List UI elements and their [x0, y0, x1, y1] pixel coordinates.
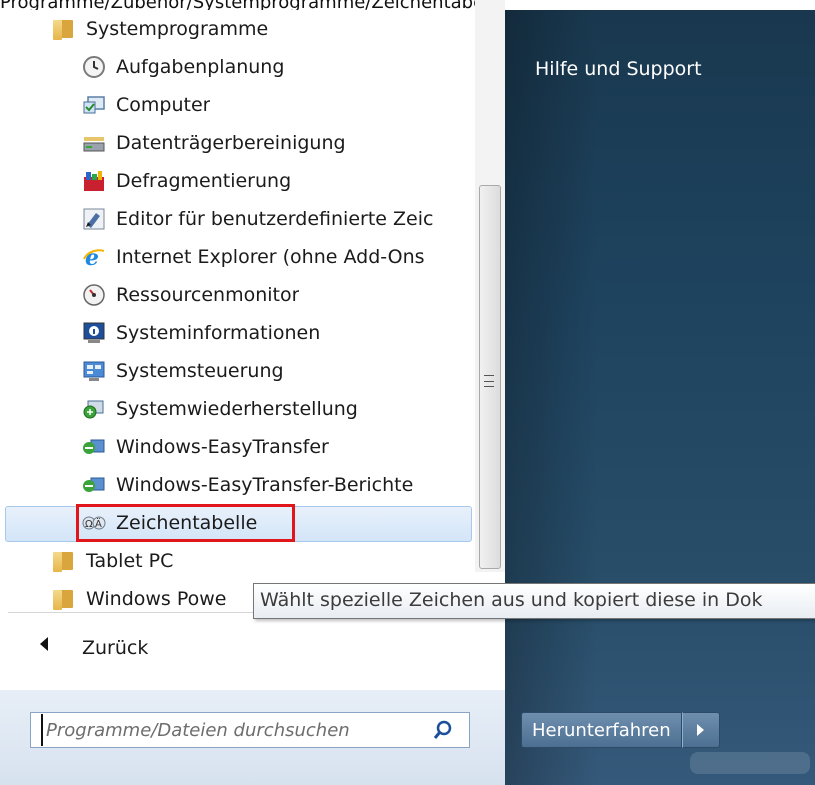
search-box[interactable] [30, 712, 470, 748]
svg-text:e: e [85, 245, 99, 269]
scrollbar-grip-icon [484, 375, 494, 387]
program-editor-benutzerdefinierte-zeichen[interactable]: Editor für benutzerdefinierte Zeic [82, 202, 482, 236]
folder-systemprogramme[interactable]: Systemprogramme [52, 12, 268, 46]
computer-icon [82, 93, 106, 117]
search-input[interactable] [41, 714, 431, 746]
folder-icon [52, 17, 76, 41]
back-button[interactable]: Zurück [82, 630, 148, 666]
program-computer[interactable]: Computer [82, 88, 210, 122]
character-editor-icon [82, 207, 106, 231]
program-defragmentierung[interactable]: Defragmentierung [82, 164, 291, 198]
program-systemsteuerung[interactable]: Systemsteuerung [82, 354, 284, 388]
item-label: Aufgabenplanung [116, 56, 285, 78]
chevron-right-icon [697, 724, 705, 736]
back-label: Zurück [82, 637, 149, 659]
program-systeminformationen[interactable]: Systeminformationen [82, 316, 320, 350]
start-menu-programs-panel: Systemprogramme Aufgabenplanung Computer… [0, 10, 505, 785]
internet-explorer-icon: e [82, 245, 106, 269]
program-internet-explorer-ohne-addons[interactable]: e Internet Explorer (ohne Add-Ons [82, 240, 482, 274]
tooltip: Wählt spezielle Zeichen aus und kopiert … [253, 583, 815, 619]
program-windows-easytransfer[interactable]: Windows-EasyTransfer [82, 430, 329, 464]
search-icon[interactable] [431, 718, 455, 742]
easy-transfer-icon [82, 435, 106, 459]
program-aufgabenplanung[interactable]: Aufgabenplanung [82, 50, 284, 84]
item-label: Editor für benutzerdefinierte Zeic [116, 208, 434, 230]
item-label: Windows-EasyTransfer-Berichte [116, 474, 414, 496]
control-panel-icon [82, 359, 106, 383]
shutdown-options-button[interactable] [681, 712, 720, 748]
item-label: Systeminformationen [116, 322, 321, 344]
folder-windows-powershell[interactable]: Windows Powe [52, 582, 227, 616]
system-info-icon [82, 321, 106, 345]
item-label: Systemwiederherstellung [116, 398, 358, 420]
item-label: Systemprogramme [86, 18, 269, 40]
clock-icon [82, 55, 106, 79]
item-label: Defragmentierung [116, 170, 292, 192]
folder-icon [52, 587, 76, 611]
item-label: Systemsteuerung [116, 360, 284, 382]
item-label: Ressourcenmonitor [116, 284, 300, 306]
item-label: Windows-EasyTransfer [116, 436, 329, 458]
item-label: Internet Explorer (ohne Add-Ons [116, 246, 425, 268]
item-label: Tablet PC [86, 550, 174, 572]
folder-icon [52, 549, 76, 573]
defrag-icon [82, 169, 106, 193]
easy-transfer-reports-icon [82, 473, 106, 497]
highlight-annotation-box [76, 504, 295, 542]
program-ressourcenmonitor[interactable]: Ressourcenmonitor [82, 278, 299, 312]
back-arrow-icon [40, 637, 48, 651]
item-label: Datenträgerbereinigung [116, 132, 346, 154]
system-restore-icon [82, 397, 106, 421]
resource-monitor-icon [82, 283, 106, 307]
item-label: Computer [116, 94, 211, 116]
program-windows-easytransfer-berichte[interactable]: Windows-EasyTransfer-Berichte [82, 468, 413, 502]
start-menu-right-panel [505, 10, 815, 785]
item-label: Windows Powe [86, 588, 227, 610]
folder-tablet-pc[interactable]: Tablet PC [52, 544, 173, 578]
shutdown-control: Herunterfahren [521, 712, 720, 748]
disk-cleanup-icon [82, 131, 106, 155]
program-systemwiederherstellung[interactable]: Systemwiederherstellung [82, 392, 358, 426]
help-and-support-link[interactable]: Hilfe und Support [535, 58, 702, 80]
blurred-overlay [690, 752, 810, 774]
shutdown-button[interactable]: Herunterfahren [521, 712, 682, 748]
program-datentraegerbereinigung[interactable]: Datenträgerbereinigung [82, 126, 346, 160]
right-panel-shading [505, 10, 815, 785]
